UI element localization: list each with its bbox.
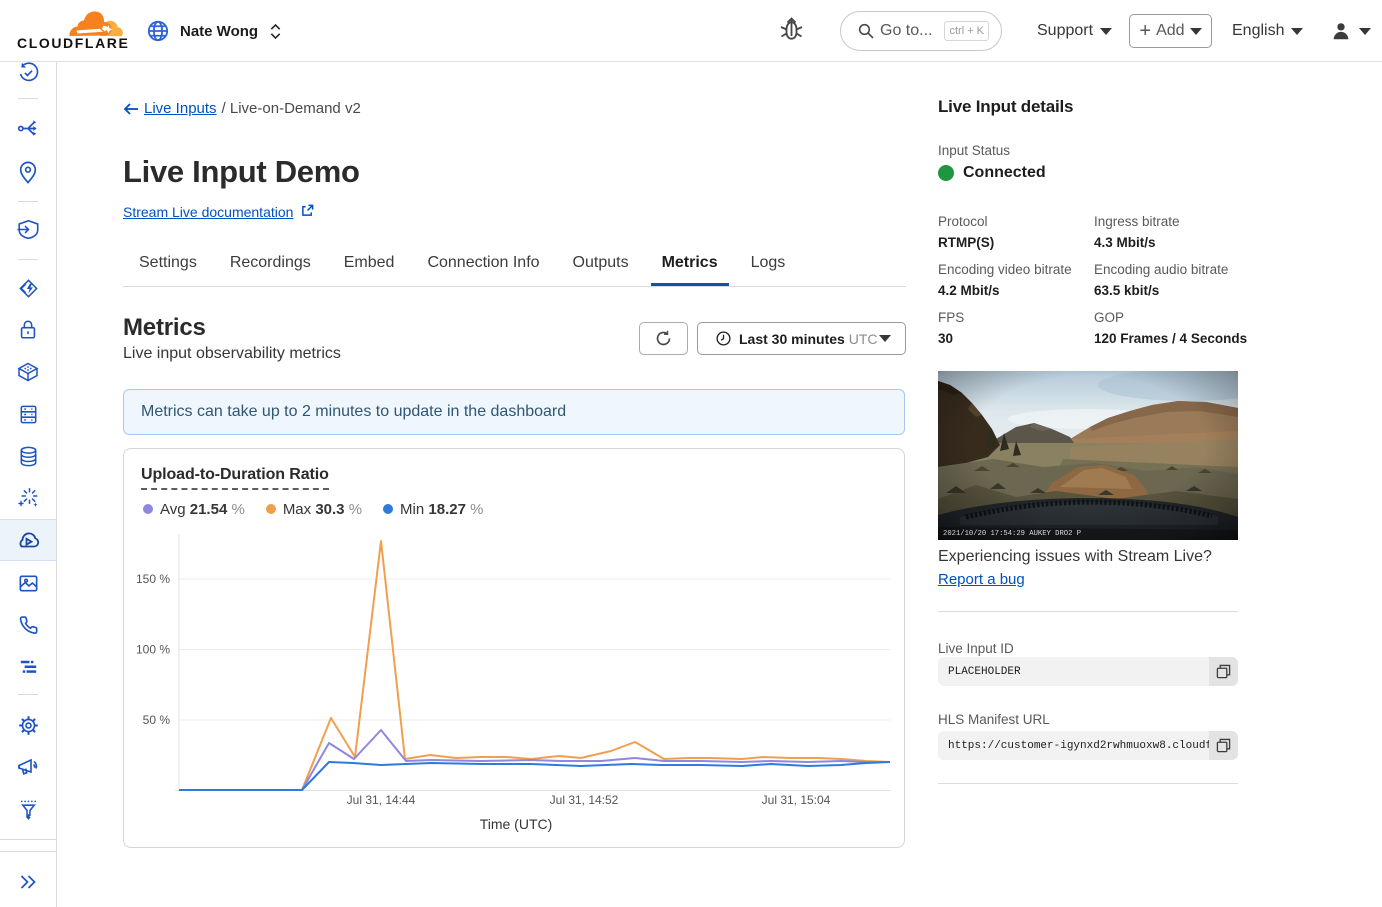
svg-text:Jul 31, 14:44: Jul 31, 14:44 [347, 793, 416, 807]
svg-text:Jul 31, 14:52: Jul 31, 14:52 [550, 793, 619, 807]
svg-text:Time (UTC): Time (UTC) [480, 816, 553, 832]
svg-text:150 %: 150 % [136, 572, 170, 586]
svg-text:50 %: 50 % [143, 713, 171, 727]
svg-text:2021/10/20 17:54:29 AUKEY DRO2: 2021/10/20 17:54:29 AUKEY DRO2 P [943, 530, 1081, 538]
svg-text:Jul 31, 15:04: Jul 31, 15:04 [762, 793, 831, 807]
svg-text:100 %: 100 % [136, 643, 170, 657]
